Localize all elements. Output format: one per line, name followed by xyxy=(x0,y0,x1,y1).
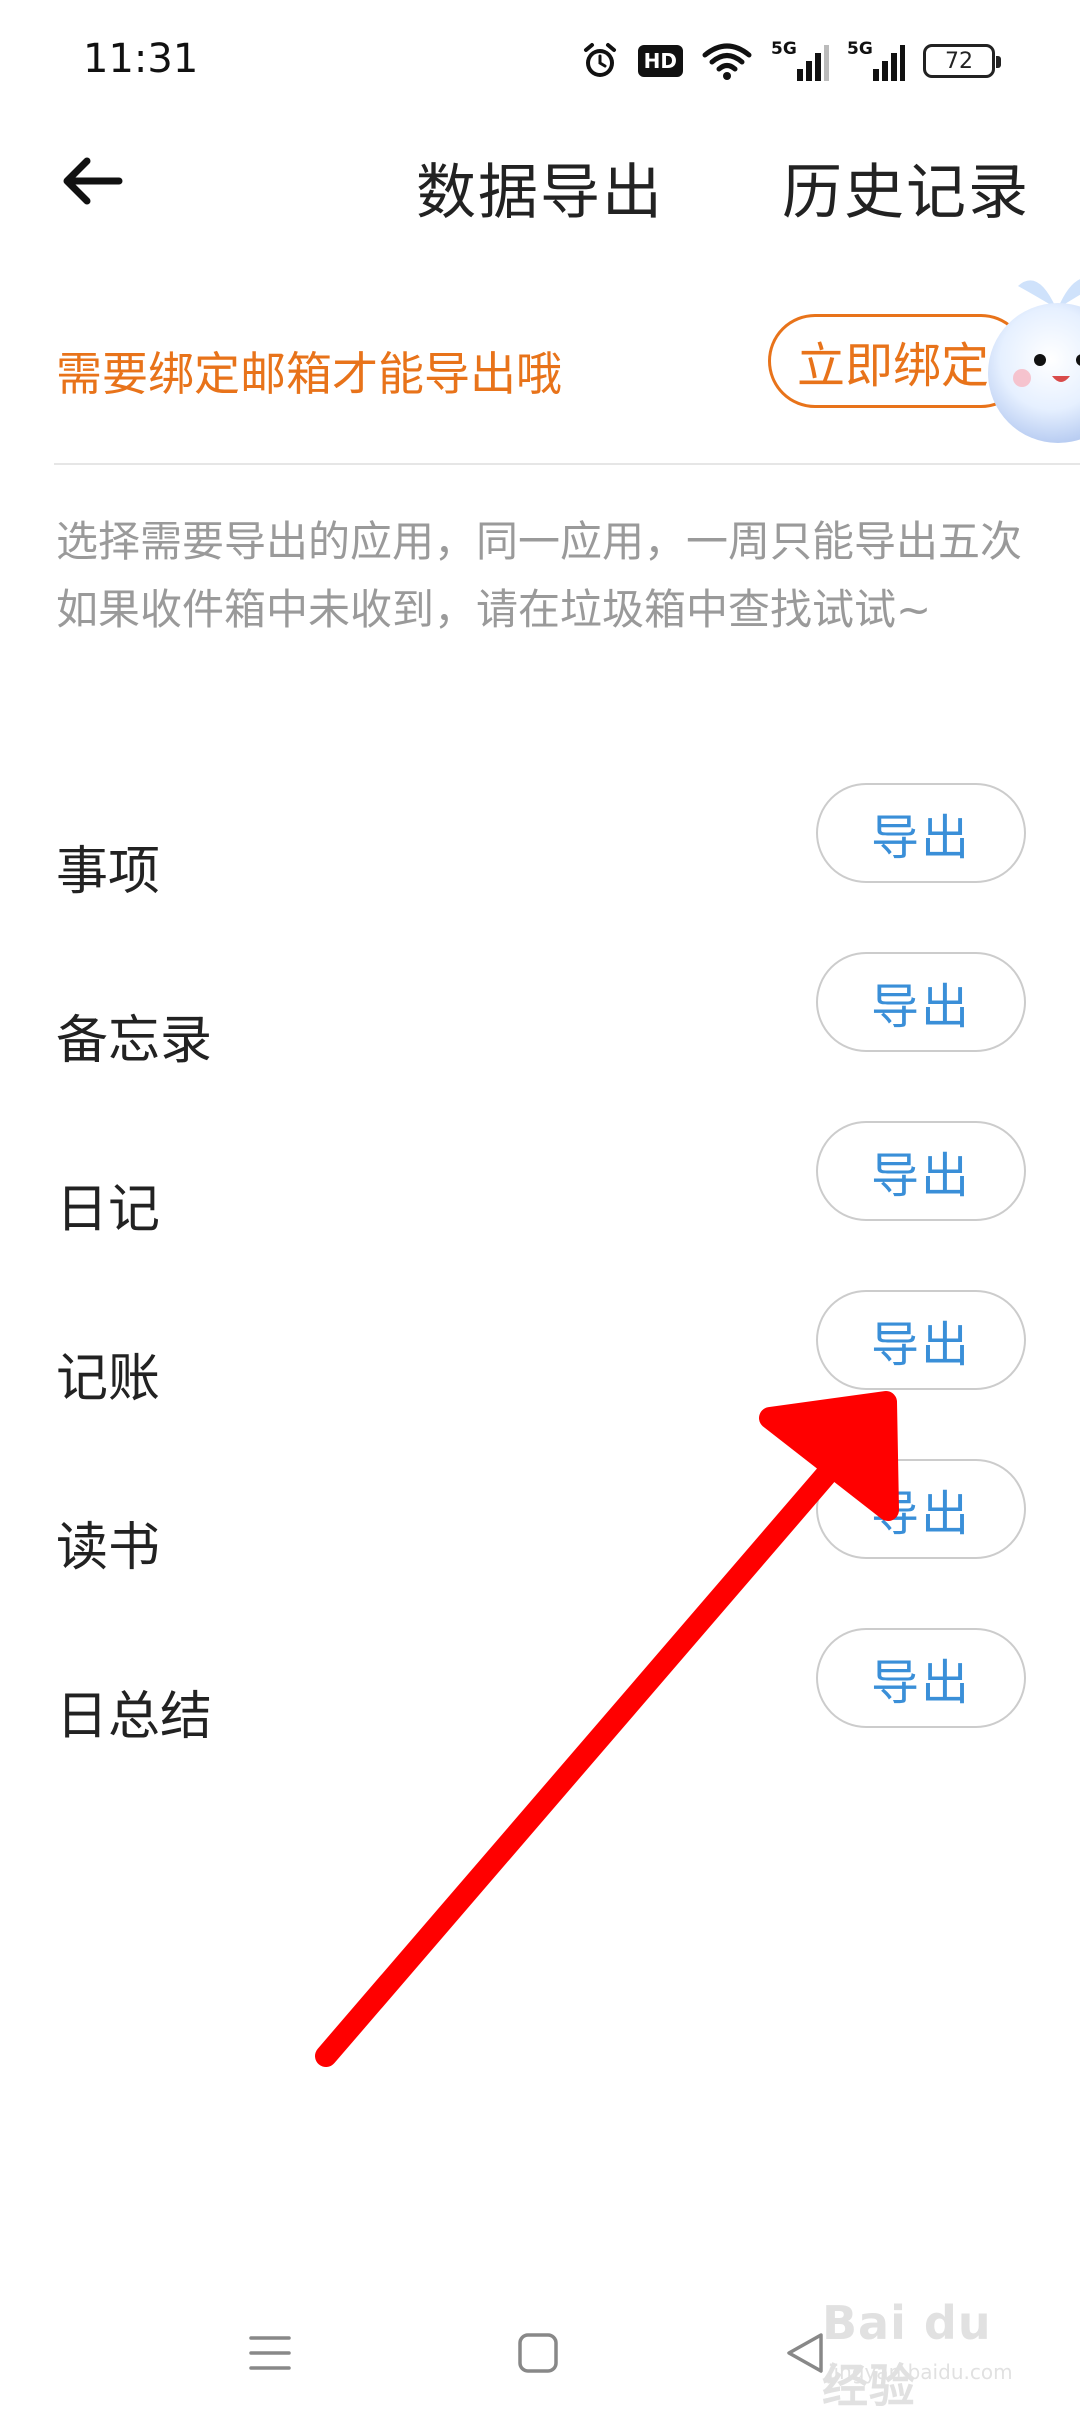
back-arrow-icon xyxy=(61,156,123,210)
export-button[interactable]: 导出 xyxy=(816,1459,1026,1559)
status-icons: HD 5G 5G 72 xyxy=(580,36,1001,86)
list-item: 事项 导出 xyxy=(0,779,1080,948)
list-item: 备忘录 导出 xyxy=(0,948,1080,1117)
list-item: 日记 导出 xyxy=(0,1117,1080,1286)
export-button[interactable]: 导出 xyxy=(816,1628,1026,1728)
menu-button[interactable] xyxy=(225,2310,315,2400)
app-name: 记账 xyxy=(56,1349,161,1409)
hd-icon: HD xyxy=(637,45,683,77)
bind-email-banner: 需要绑定邮箱才能导出哦 立即绑定 xyxy=(0,298,1080,428)
history-button[interactable]: 历史记录 xyxy=(782,144,1030,231)
list-item: 日总结 导出 xyxy=(0,1624,1080,1793)
floating-mascot-icon[interactable] xyxy=(978,248,1080,458)
export-description: 选择需要导出的应用，同一应用，一周只能导出五次 如果收件箱中未收到，请在垃圾箱中… xyxy=(56,508,1046,644)
list-item: 读书 导出 xyxy=(0,1455,1080,1624)
export-button[interactable]: 导出 xyxy=(816,1290,1026,1390)
battery-icon: 72 xyxy=(923,44,1001,78)
watermark-logo-text: Bai du 经验 xyxy=(822,2296,992,2412)
divider xyxy=(54,463,1080,465)
status-bar: 11:31 HD 5G 5G 72 xyxy=(0,0,1080,120)
data-export-screen: 11:31 HD 5G 5G 72 数据导出 历史记录 需要绑定邮箱才能导出哦 … xyxy=(0,0,1080,2412)
wifi-icon xyxy=(701,41,753,81)
app-name: 日记 xyxy=(56,1180,161,1240)
alarm-icon xyxy=(580,41,620,81)
app-name: 读书 xyxy=(56,1518,161,1578)
bind-email-message: 需要绑定邮箱才能导出哦 xyxy=(56,347,562,401)
back-triangle-icon xyxy=(783,2331,827,2379)
description-line: 如果收件箱中未收到，请在垃圾箱中查找试试~ xyxy=(56,585,932,634)
home-square-icon xyxy=(516,2331,560,2379)
signal-5g-icon: 5G xyxy=(847,39,905,83)
baidu-watermark: Bai du 经验 jingyan.baidu.com xyxy=(822,2290,1052,2412)
app-name: 日总结 xyxy=(56,1687,213,1747)
description-line: 选择需要导出的应用，同一应用，一周只能导出五次 xyxy=(56,517,1023,566)
battery-level: 72 xyxy=(945,48,973,74)
app-list: 事项 导出 备忘录 导出 日记 导出 记账 导出 读书 导出 日总结 导出 xyxy=(0,779,1080,1793)
back-button[interactable] xyxy=(52,148,132,218)
export-button[interactable]: 导出 xyxy=(816,1121,1026,1221)
signal-5g-icon: 5G xyxy=(771,39,829,83)
list-item: 记账 导出 xyxy=(0,1286,1080,1455)
home-button[interactable] xyxy=(493,2310,583,2400)
menu-icon xyxy=(247,2330,293,2380)
app-name: 事项 xyxy=(56,842,161,902)
export-button[interactable]: 导出 xyxy=(816,952,1026,1052)
status-time: 11:31 xyxy=(83,36,199,82)
page-title: 数据导出 xyxy=(416,158,664,228)
header: 数据导出 历史记录 xyxy=(0,130,1080,240)
export-button[interactable]: 导出 xyxy=(816,783,1026,883)
watermark-url: jingyan.baidu.com xyxy=(828,2360,1013,2384)
app-name: 备忘录 xyxy=(56,1011,213,1071)
